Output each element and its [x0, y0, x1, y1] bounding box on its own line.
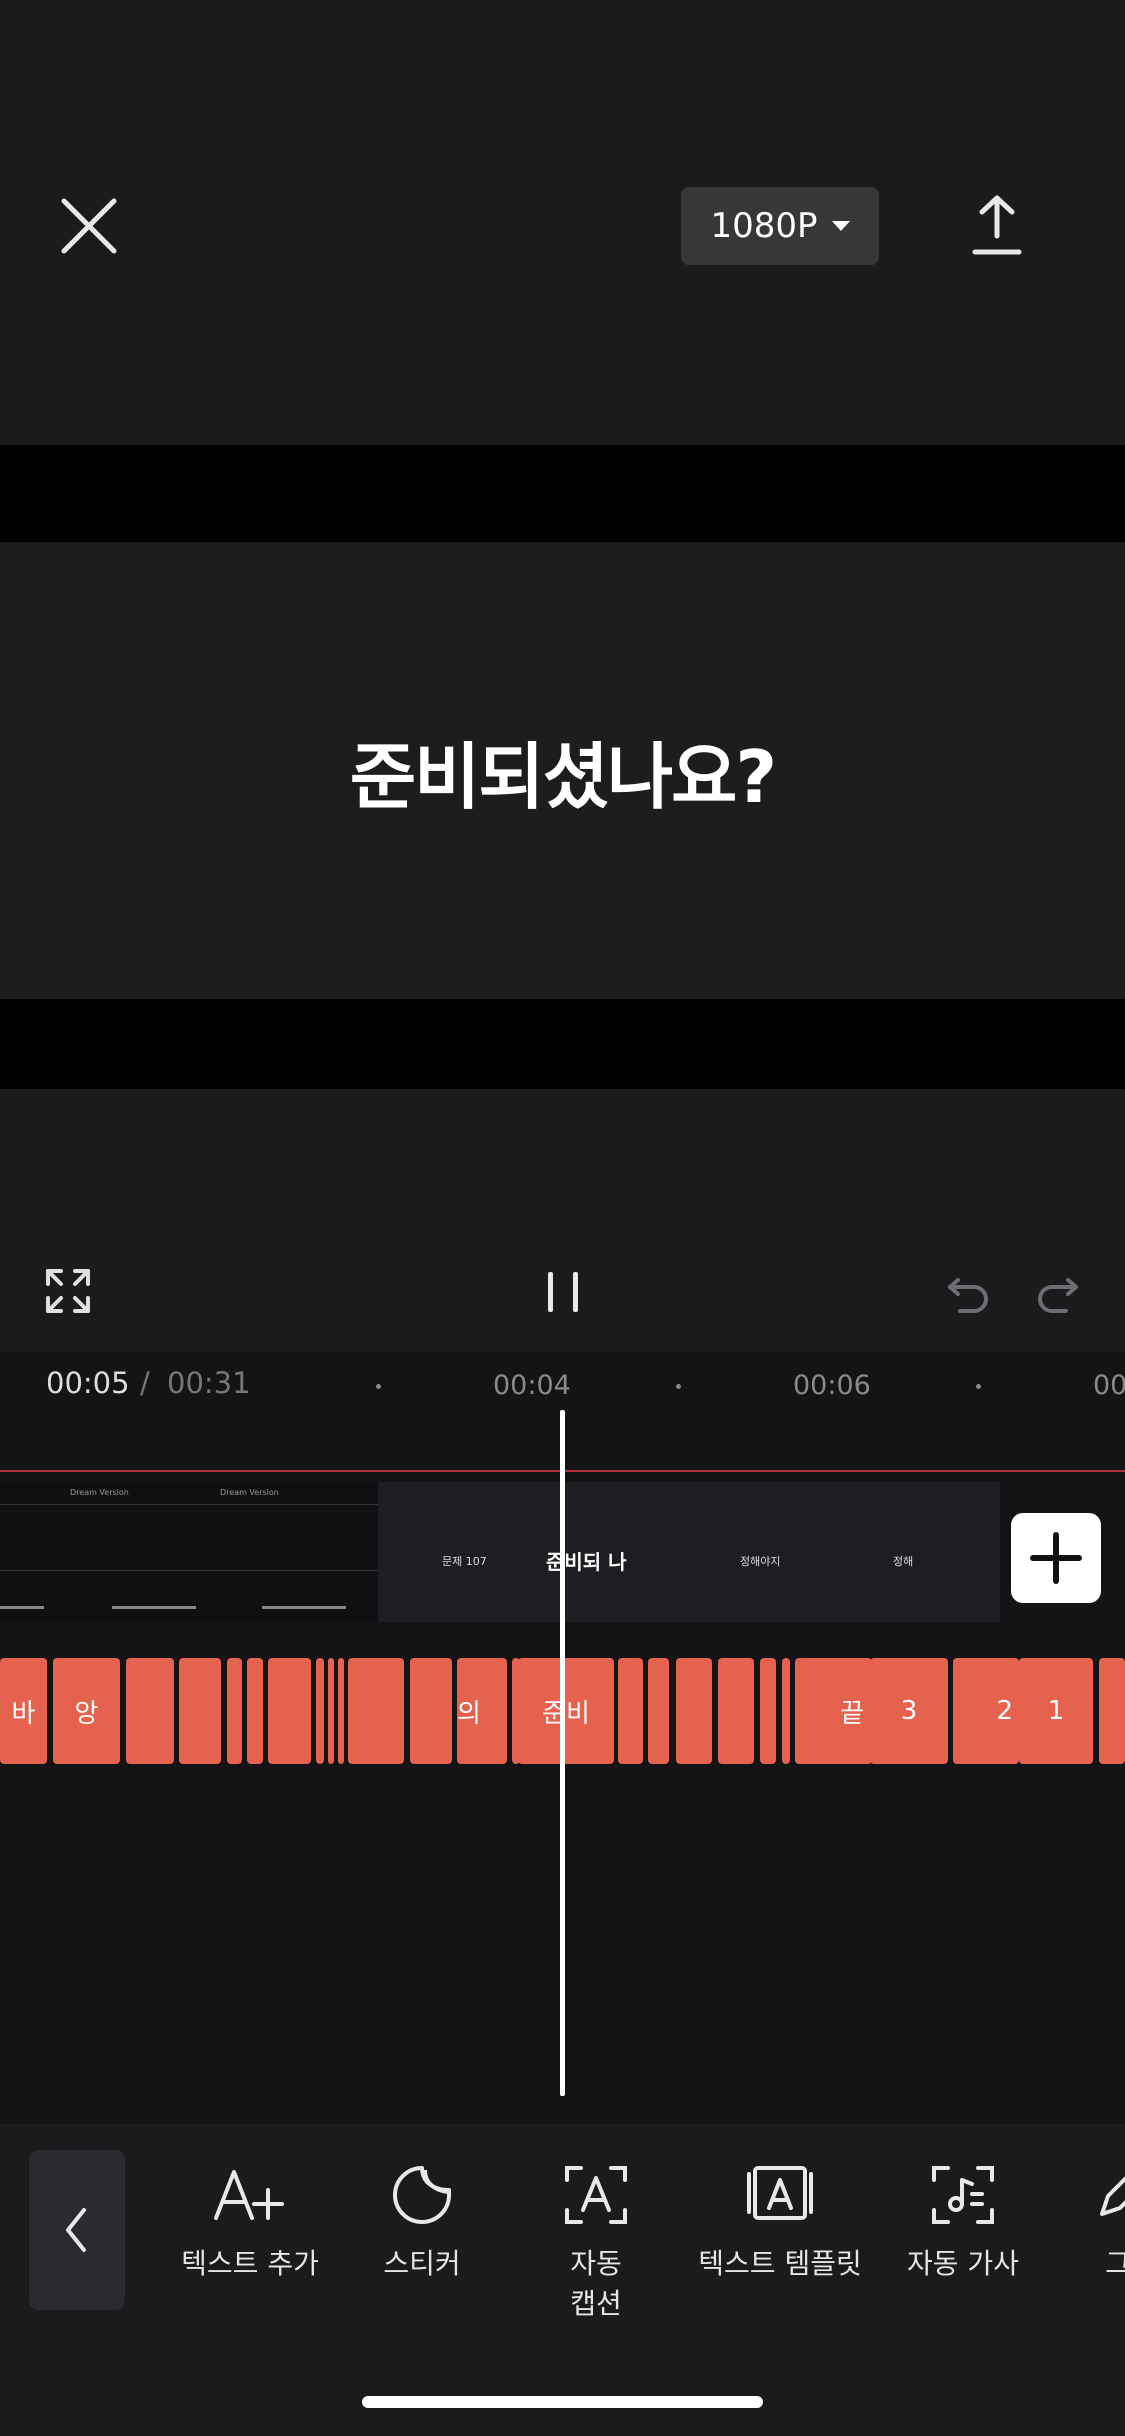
ruler-dot	[976, 1384, 981, 1389]
plus-icon	[1030, 1532, 1082, 1584]
text-clip[interactable]	[338, 1658, 344, 1764]
text-clip[interactable]	[410, 1658, 452, 1764]
letterbox-top	[0, 445, 1125, 542]
thumb-label: 정해야지	[740, 1555, 781, 1568]
text-clip[interactable]	[268, 1658, 311, 1764]
current-time: 00:05	[46, 1366, 130, 1400]
ruler-tick: 00:06	[793, 1370, 871, 1401]
thumb-header: Dream Version	[70, 1488, 129, 1497]
time-separator: /	[140, 1366, 150, 1400]
tool-label: 텍스트 추가	[181, 2247, 319, 2280]
sticker-icon	[393, 2166, 451, 2224]
pause-button[interactable]	[543, 1270, 583, 1314]
resolution-label: 1080P	[710, 206, 818, 246]
caret-down-icon	[831, 221, 850, 231]
playhead[interactable]	[560, 1410, 565, 2096]
auto-caption-icon	[565, 2166, 627, 2224]
thumb-divider	[0, 1570, 378, 1571]
text-clip[interactable]	[648, 1658, 669, 1764]
resolution-dropdown[interactable]: 1080P	[681, 187, 879, 265]
draw-icon	[1100, 2176, 1125, 2216]
thumb-bar	[262, 1606, 346, 1609]
letterbox-bottom	[0, 999, 1125, 1089]
text-clip[interactable]: 3	[870, 1658, 948, 1764]
ruler-dot	[376, 1384, 381, 1389]
video-preview[interactable]: 준비되셨나요?	[0, 542, 1125, 999]
video-thumbnail-dark: Dream Version Dream Version	[0, 1482, 378, 1622]
text-clip[interactable]: 의	[457, 1658, 507, 1764]
tool-label: 자동 가사	[907, 2247, 1019, 2280]
text-clip[interactable]	[676, 1658, 712, 1764]
text-clip[interactable]: 앙	[53, 1658, 120, 1764]
home-indicator[interactable]	[362, 2396, 763, 2408]
tool-text-add[interactable]: 텍스트 추가	[170, 2160, 330, 2284]
text-clip[interactable]: 1	[1019, 1658, 1093, 1764]
tool-label: 텍스트 템플릿	[698, 2247, 862, 2280]
thumb-label: 문제 107	[442, 1555, 487, 1568]
tool-text-template[interactable]: 텍스트 템플릿	[690, 2160, 870, 2284]
text-clip[interactable]	[316, 1658, 324, 1764]
text-add-icon	[214, 2170, 284, 2220]
ruler-dot	[676, 1384, 681, 1389]
text-clip[interactable]	[348, 1658, 404, 1764]
ruler-tick: 00:08	[1093, 1370, 1125, 1401]
tool-draw[interactable]: 그	[1088, 2160, 1125, 2284]
text-clip[interactable]	[618, 1658, 643, 1764]
text-clip[interactable]	[718, 1658, 754, 1764]
back-button[interactable]	[29, 2150, 125, 2310]
thumb-bar	[0, 1606, 44, 1609]
text-clip[interactable]	[328, 1658, 334, 1764]
tool-sticker[interactable]: 스티커	[362, 2160, 482, 2284]
text-template-icon	[747, 2166, 813, 2220]
text-clip[interactable]	[227, 1658, 242, 1764]
redo-button[interactable]	[1036, 1270, 1080, 1314]
text-clip[interactable]	[247, 1658, 263, 1764]
auto-lyrics-icon	[932, 2166, 994, 2224]
text-clip[interactable]: 2	[953, 1658, 1019, 1764]
text-clip[interactable]	[126, 1658, 174, 1764]
close-icon	[61, 198, 117, 254]
tool-label: 자동 캡션	[570, 2247, 622, 2320]
tool-label: 스티커	[383, 2247, 461, 2280]
thumb-bar	[112, 1606, 196, 1609]
add-clip-button[interactable]	[1011, 1513, 1101, 1603]
preview-caption: 준비되셨나요?	[349, 735, 777, 819]
thumb-header: Dream Version	[220, 1488, 279, 1497]
thumb-label: 정해	[893, 1555, 914, 1568]
pause-icon	[548, 1272, 578, 1312]
export-button[interactable]	[970, 192, 1024, 258]
text-clip[interactable]	[760, 1658, 776, 1764]
text-clip[interactable]: 준비	[518, 1658, 614, 1764]
text-clip[interactable]: 끝	[798, 1658, 872, 1764]
upload-icon	[972, 195, 1022, 255]
chevron-left-icon	[66, 2208, 86, 2252]
tool-auto-caption[interactable]: 자동 캡션	[540, 2160, 652, 2324]
redo-icon	[1038, 1278, 1078, 1313]
close-button[interactable]	[58, 195, 120, 257]
fullscreen-icon	[46, 1269, 90, 1313]
fullscreen-button[interactable]	[45, 1268, 91, 1314]
text-clip[interactable]: 바	[0, 1658, 47, 1764]
undo-button[interactable]	[946, 1270, 990, 1314]
text-clip[interactable]	[782, 1658, 790, 1764]
thumb-divider	[0, 1504, 378, 1505]
text-clip[interactable]	[1099, 1658, 1125, 1764]
thumb-title: 준비되 나	[546, 1550, 627, 1574]
tool-label: 그	[1105, 2247, 1125, 2280]
tool-auto-lyrics[interactable]: 자동 가사	[898, 2160, 1028, 2284]
total-time: 00:31	[167, 1366, 251, 1400]
text-clip[interactable]	[179, 1658, 221, 1764]
undo-icon	[948, 1278, 988, 1313]
ruler-tick: 00:04	[493, 1370, 571, 1401]
